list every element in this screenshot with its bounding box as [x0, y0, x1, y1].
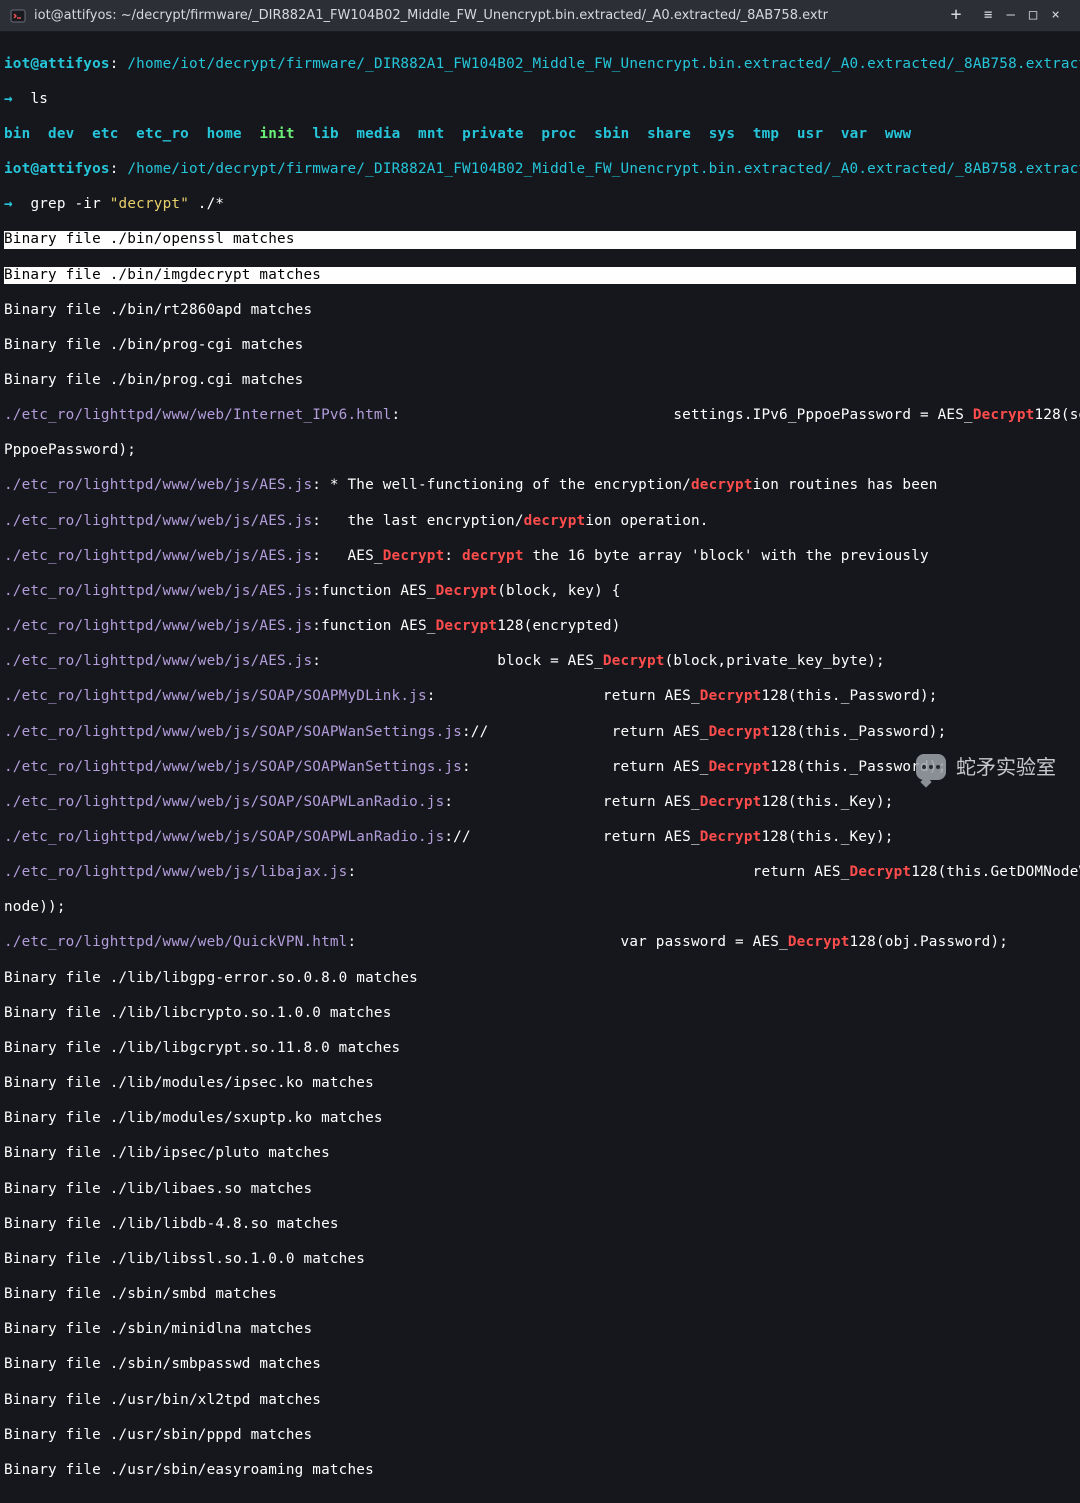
- watermark: 蛇矛实验室: [916, 754, 1056, 780]
- grep-match: ./etc_ro/lighttpd/www/web/js/AES.js: the…: [4, 513, 1076, 531]
- prompt-line: iot@attifyos: /home/iot/decrypt/firmware…: [4, 161, 1076, 179]
- grep-binary-match: Binary file ./lib/libgpg-error.so.0.8.0 …: [4, 970, 1076, 988]
- menu-icon[interactable]: ≡: [984, 7, 992, 24]
- grep-match: ./etc_ro/lighttpd/www/web/js/AES.js: blo…: [4, 653, 1076, 671]
- cmd-grep: → grep -ir "decrypt" ./*: [4, 196, 1076, 214]
- maximize-button[interactable]: □: [1029, 7, 1037, 24]
- grep-binary-match: Binary file ./lib/libdb-4.8.so matches: [4, 1216, 1076, 1234]
- grep-binary-match: Binary file ./lib/libgcrypt.so.11.8.0 ma…: [4, 1040, 1076, 1058]
- grep-binary-match: Binary file ./bin/imgdecrypt matches: [4, 267, 1076, 285]
- grep-binary-match: Binary file ./bin/prog.cgi matches: [4, 372, 1076, 390]
- grep-binary-match: Binary file ./lib/ipsec/pluto matches: [4, 1145, 1076, 1163]
- window-titlebar: iot@attifyos: ~/decrypt/firmware/_DIR882…: [0, 0, 1080, 32]
- window-controls: ≡ — □ ×: [972, 7, 1072, 24]
- grep-match: ./etc_ro/lighttpd/www/web/js/SOAP/SOAPMy…: [4, 688, 1076, 706]
- grep-match-cont: PppoePassword);: [4, 442, 1076, 460]
- grep-match: ./etc_ro/lighttpd/www/web/Internet_IPv6.…: [4, 407, 1076, 425]
- cmd-ls: → ls: [4, 91, 1076, 109]
- grep-binary-match: Binary file ./usr/bin/xl2tpd matches: [4, 1392, 1076, 1410]
- grep-binary-match: Binary file ./sbin/smbpasswd matches: [4, 1356, 1076, 1374]
- grep-match: ./etc_ro/lighttpd/www/web/js/SOAP/SOAPWL…: [4, 794, 1076, 812]
- grep-binary-match: Binary file ./lib/libcrypto.so.1.0.0 mat…: [4, 1005, 1076, 1023]
- terminal-tab[interactable]: iot@attifyos: ~/decrypt/firmware/_DIR882…: [0, 0, 940, 31]
- grep-match: ./etc_ro/lighttpd/www/web/js/AES.js: * T…: [4, 477, 1076, 495]
- grep-binary-match: Binary file ./lib/libssl.so.1.0.0 matche…: [4, 1251, 1076, 1269]
- grep-match: ./etc_ro/lighttpd/www/web/js/AES.js: AES…: [4, 548, 1076, 566]
- grep-match: ./etc_ro/lighttpd/www/web/js/SOAP/SOAPWL…: [4, 829, 1076, 847]
- grep-binary-match: Binary file ./usr/sbin/easyroaming match…: [4, 1462, 1076, 1480]
- grep-match: ./etc_ro/lighttpd/www/web/QuickVPN.html:…: [4, 934, 1076, 952]
- new-tab-button[interactable]: +: [940, 4, 972, 26]
- chat-bubble-icon: [916, 754, 946, 780]
- grep-binary-match: Binary file ./sbin/smbd matches: [4, 1286, 1076, 1304]
- grep-binary-match: Binary file ./lib/libaes.so matches: [4, 1181, 1076, 1199]
- minimize-button[interactable]: —: [1006, 7, 1014, 24]
- grep-binary-match: Binary file ./usr/sbin/pppd matches: [4, 1427, 1076, 1445]
- grep-binary-match: Binary file ./lib/modules/ipsec.ko match…: [4, 1075, 1076, 1093]
- ls-output: bin dev etc etc_ro home init lib media m…: [4, 126, 1076, 144]
- tab-title: iot@attifyos: ~/decrypt/firmware/_DIR882…: [34, 8, 828, 24]
- grep-binary-match: Binary file ./lib/modules/sxuptp.ko matc…: [4, 1110, 1076, 1128]
- grep-binary-match: Binary file ./sbin/minidlna matches: [4, 1321, 1076, 1339]
- grep-binary-match: Binary file ./bin/openssl matches: [4, 231, 1076, 249]
- grep-match-cont: node));: [4, 899, 1076, 917]
- prompt-line: iot@attifyos: /home/iot/decrypt/firmware…: [4, 56, 1076, 74]
- terminal-icon: [10, 8, 26, 24]
- grep-match: ./etc_ro/lighttpd/www/web/js/SOAP/SOAPWa…: [4, 724, 1076, 742]
- watermark-text: 蛇矛实验室: [956, 755, 1056, 780]
- grep-match: ./etc_ro/lighttpd/www/web/js/libajax.js:…: [4, 864, 1076, 882]
- close-button[interactable]: ×: [1051, 7, 1059, 24]
- grep-binary-match: Binary file ./bin/rt2860apd matches: [4, 302, 1076, 320]
- grep-binary-match: Binary file ./bin/prog-cgi matches: [4, 337, 1076, 355]
- grep-match: ./etc_ro/lighttpd/www/web/js/AES.js:func…: [4, 583, 1076, 601]
- grep-match: ./etc_ro/lighttpd/www/web/js/AES.js:func…: [4, 618, 1076, 636]
